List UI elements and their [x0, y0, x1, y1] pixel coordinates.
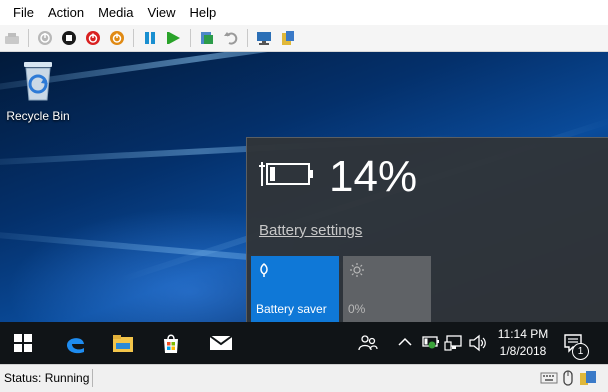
checkpoint-icon[interactable] — [198, 29, 216, 47]
shut-down-icon[interactable] — [84, 29, 102, 47]
clock-time: 11:14 PM — [497, 327, 549, 341]
turn-off-icon[interactable] — [60, 29, 78, 47]
keyboard-icon — [540, 372, 558, 384]
taskbar: 11:14 PM 1/8/2018 1 — [0, 322, 608, 364]
battery-tray-icon[interactable] — [420, 334, 440, 350]
mouse-icon — [563, 370, 573, 386]
share-icon[interactable] — [279, 29, 297, 47]
menu-media[interactable]: Media — [91, 0, 140, 25]
clock[interactable]: 11:14 PM 1/8/2018 — [494, 326, 552, 360]
edge-icon — [67, 338, 84, 354]
brightness-label: 0% — [348, 302, 366, 316]
chevron-up-icon[interactable] — [398, 337, 412, 347]
ctrl-alt-del-icon[interactable] — [3, 29, 21, 47]
start-button[interactable] — [10, 330, 36, 356]
mail-icon — [209, 335, 233, 350]
battery-saver-tile[interactable]: Battery saver — [251, 256, 339, 322]
toolbar-separator — [247, 29, 248, 47]
menu-help[interactable]: Help — [182, 0, 223, 25]
menu-file[interactable]: File — [6, 0, 41, 25]
revert-icon[interactable] — [222, 29, 240, 47]
start-icon[interactable] — [36, 29, 54, 47]
mail-button[interactable] — [208, 330, 234, 356]
toolbar-separator — [28, 29, 29, 47]
toolbar-separator — [190, 29, 191, 47]
notification-count-badge: 1 — [572, 343, 589, 360]
status-bar: Status: Running — [0, 364, 608, 392]
file-explorer-button[interactable] — [110, 330, 136, 356]
toolbar — [0, 25, 608, 52]
status-separator — [92, 369, 93, 387]
volume-icon[interactable] — [468, 334, 488, 352]
edge-button[interactable] — [62, 330, 88, 356]
battery-flyout: 14% Battery settings Battery saver 0% — [246, 137, 608, 323]
save-icon[interactable] — [108, 29, 126, 47]
reset-icon[interactable] — [165, 29, 183, 47]
brightness-tile[interactable]: 0% — [343, 256, 431, 322]
brightness-icon — [350, 263, 364, 277]
people-icon[interactable] — [358, 334, 378, 352]
enhanced-session-icon[interactable] — [255, 29, 273, 47]
network-icon[interactable] — [444, 334, 464, 352]
toolbar-separator — [133, 29, 134, 47]
menu-action[interactable]: Action — [41, 0, 91, 25]
action-center-button[interactable]: 1 — [560, 330, 589, 360]
folder-icon — [113, 335, 133, 352]
menu-view[interactable]: View — [141, 0, 183, 25]
battery-percent: 14% — [329, 152, 418, 201]
store-icon — [164, 334, 178, 353]
pause-icon[interactable] — [141, 29, 159, 47]
battery-settings-link[interactable]: Battery settings — [259, 222, 362, 239]
store-button[interactable] — [158, 330, 184, 356]
recycle-bin-label: Recycle Bin — [6, 109, 70, 123]
battery-icon — [259, 162, 313, 186]
windows-logo-icon — [14, 334, 32, 352]
menu-bar: File Action Media View Help — [0, 0, 608, 25]
recycle-bin[interactable]: Recycle Bin — [6, 58, 70, 123]
battery-saver-label: Battery saver — [256, 302, 327, 316]
status-text: Status: Running — [4, 371, 90, 385]
share-status-icon — [580, 371, 596, 385]
recycle-bin-icon — [24, 62, 52, 101]
battery-saver-icon — [260, 263, 268, 277]
clock-date: 1/8/2018 — [499, 344, 547, 358]
